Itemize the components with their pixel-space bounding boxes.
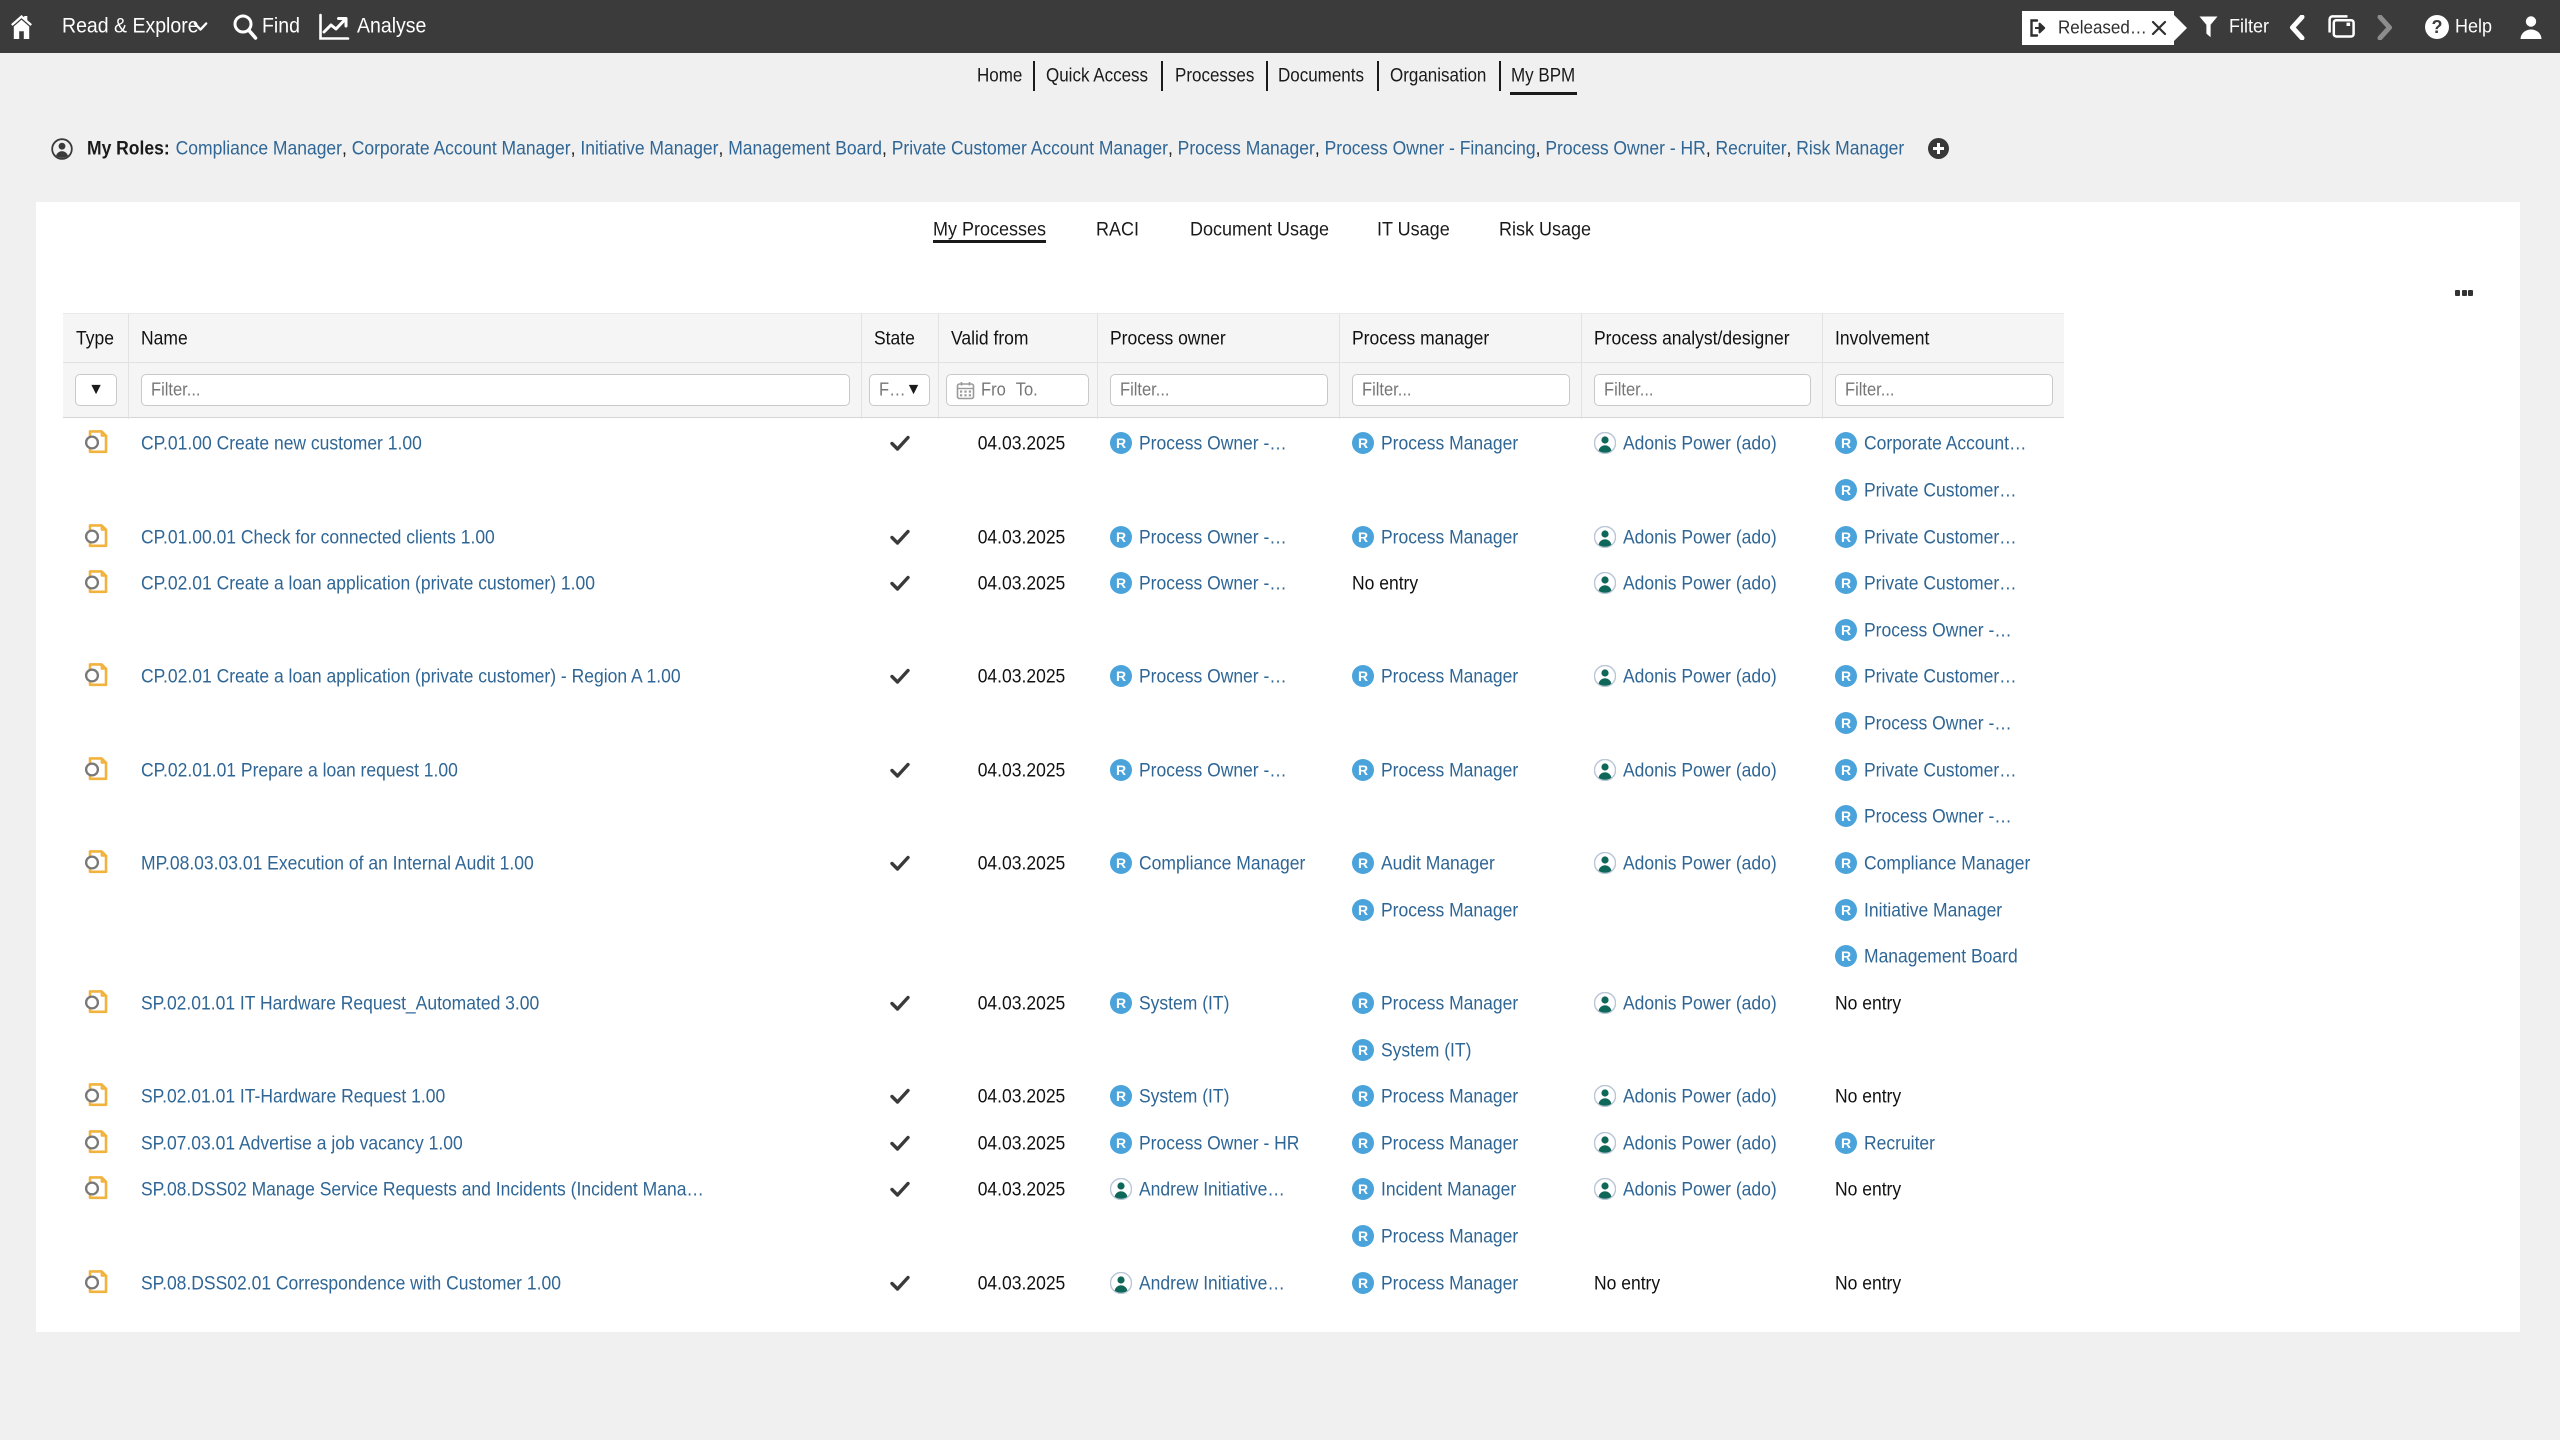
svg-text:?: ? [2432,17,2443,37]
